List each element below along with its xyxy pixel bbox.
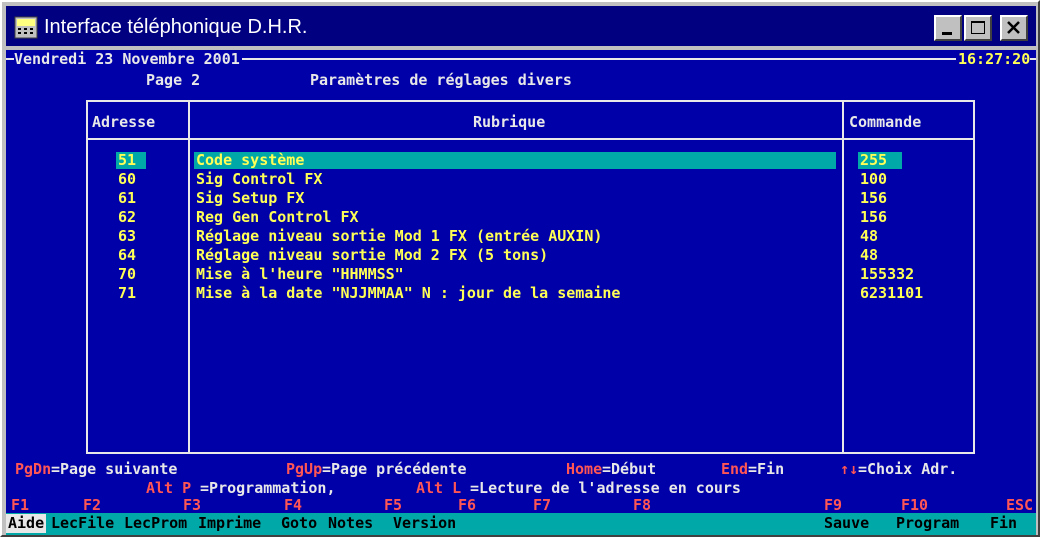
column-header-command: Commande	[849, 113, 922, 131]
row-item[interactable]: Code système	[196, 151, 304, 170]
fkey-fin[interactable]: Fin	[990, 514, 1017, 533]
row-item[interactable]: Réglage niveau sortie Mod 1 FX (entrée A…	[196, 227, 602, 246]
pgdn-text: =Page suivante	[51, 460, 178, 478]
row-address[interactable]: 63	[118, 227, 136, 246]
function-key-bar: Aide LecFile LecProm Imprime Goto Notes …	[6, 513, 1036, 535]
row-address[interactable]: 64	[118, 246, 136, 265]
page-number: Page 2	[146, 71, 201, 89]
row-command[interactable]: 155332	[860, 265, 914, 284]
pgup-key[interactable]: PgUp	[286, 460, 322, 479]
maximize-icon	[971, 21, 985, 34]
alt-p-text: =Programmation,	[191, 479, 336, 497]
home-text: =Début	[602, 460, 657, 478]
row-command[interactable]: 48	[860, 227, 878, 246]
maximize-button[interactable]	[964, 15, 992, 41]
row-item[interactable]: Réglage niveau sortie Mod 2 FX (5 tons)	[196, 246, 548, 265]
column-header-address: Adresse	[92, 113, 156, 131]
minimize-icon	[942, 32, 952, 35]
row-address[interactable]: 61	[118, 189, 136, 208]
row-item[interactable]: Sig Control FX	[196, 170, 322, 189]
row-address[interactable]: 51	[118, 151, 136, 170]
application-window: Interface téléphonique D.H.R. Vendredi 2…	[0, 0, 1040, 537]
row-address[interactable]: 71	[118, 284, 136, 303]
close-button[interactable]	[1000, 15, 1028, 41]
fkey-sauve[interactable]: Sauve	[824, 514, 869, 533]
alt-l-key[interactable]: Alt L	[416, 479, 461, 498]
row-command[interactable]: 255	[860, 151, 887, 170]
row-command[interactable]: 48	[860, 246, 878, 265]
end-key[interactable]: End	[721, 460, 748, 479]
pgdn-key[interactable]: PgDn	[15, 460, 51, 479]
fkey-goto[interactable]: Goto	[281, 514, 317, 533]
row-item[interactable]: Reg Gen Control FX	[196, 208, 359, 227]
row-command[interactable]: 156	[860, 208, 887, 227]
fkey-imprime[interactable]: Imprime	[198, 514, 261, 533]
page-title: Paramètres de réglages divers	[310, 71, 572, 89]
fkey-aide[interactable]: Aide	[6, 514, 47, 533]
home-key[interactable]: Home	[566, 460, 602, 479]
fkey-version[interactable]: Version	[393, 514, 456, 533]
row-address[interactable]: 70	[118, 265, 136, 284]
phone-app-icon	[14, 16, 38, 39]
minimize-button[interactable]	[934, 15, 962, 41]
row-address[interactable]: 60	[118, 170, 136, 189]
row-command[interactable]: 6231101	[860, 284, 923, 303]
console-screen: Vendredi 23 Novembre 2001 16:27:20 Page …	[6, 50, 1036, 535]
current-time: 16:27:20	[956, 50, 1031, 69]
row-item[interactable]: Mise à la date "NJJMMAA" N : jour de la …	[196, 284, 620, 303]
close-icon	[1007, 21, 1020, 34]
column-header-item: Rubrique	[473, 113, 546, 131]
row-command[interactable]: 156	[860, 189, 887, 208]
arrows-text: =Choix Adr.	[858, 460, 958, 478]
fkey-notes[interactable]: Notes	[328, 514, 373, 533]
row-item[interactable]: Mise à l'heure "HHMMSS"	[196, 265, 404, 284]
title-bar[interactable]: Interface téléphonique D.H.R.	[6, 6, 1036, 46]
pgup-text: =Page précédente	[322, 460, 467, 478]
fkey-lecfile[interactable]: LecFile	[51, 514, 114, 533]
end-text: =Fin	[748, 460, 785, 478]
alt-l-text: =Lecture de l'adresse en cours	[461, 479, 741, 497]
current-date: Vendredi 23 Novembre 2001	[14, 50, 242, 69]
row-item[interactable]: Sig Setup FX	[196, 189, 304, 208]
fkey-lecprom[interactable]: LecProm	[124, 514, 187, 533]
window-title: Interface téléphonique D.H.R.	[44, 16, 308, 38]
arrow-keys[interactable]: ↑↓	[840, 460, 858, 479]
row-command[interactable]: 100	[860, 170, 887, 189]
fkey-program[interactable]: Program	[896, 514, 959, 533]
row-address[interactable]: 62	[118, 208, 136, 227]
